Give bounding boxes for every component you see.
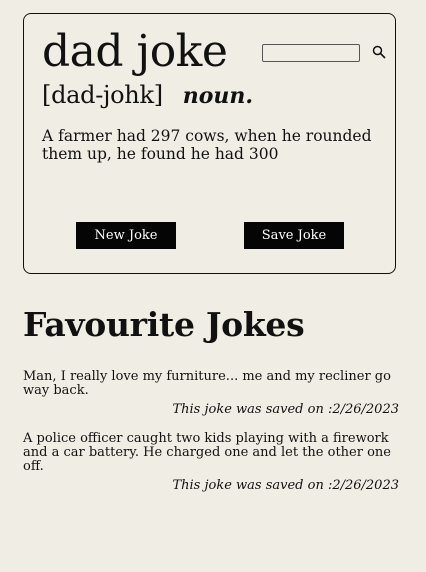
favourites-list: Man, I really love my furniture... me an… bbox=[23, 370, 399, 508]
favourite-joke-text: A police officer caught two kids playing… bbox=[23, 431, 391, 474]
word-title: dad joke bbox=[42, 26, 228, 77]
saved-date: This joke was saved on :2/26/2023 bbox=[23, 478, 399, 494]
saved-date-prefix: This joke was saved on : bbox=[172, 402, 333, 417]
search-box bbox=[262, 44, 386, 64]
favourites-heading: Favourite Jokes bbox=[23, 305, 305, 344]
list-item: A police officer caught two kids playing… bbox=[23, 432, 399, 494]
dictionary-card: dad joke [dad-johk] noun. A farmer had 29… bbox=[23, 13, 396, 274]
saved-date-value: 2/26/2023 bbox=[332, 402, 399, 417]
list-item: Man, I really love my furniture... me an… bbox=[23, 370, 399, 418]
saved-date-value: 2/26/2023 bbox=[332, 478, 399, 493]
save-joke-button[interactable]: Save Joke bbox=[244, 222, 344, 249]
part-of-speech: noun. bbox=[182, 83, 254, 109]
new-joke-button[interactable]: New Joke bbox=[76, 222, 176, 249]
joke-text: A farmer had 297 cows, when he rounded t… bbox=[42, 127, 372, 163]
saved-date-prefix: This joke was saved on : bbox=[172, 478, 333, 493]
search-input[interactable] bbox=[262, 44, 360, 62]
search-icon[interactable] bbox=[372, 44, 386, 59]
favourite-joke-text: Man, I really love my furniture... me an… bbox=[23, 369, 391, 398]
pronunciation-line: [dad-johk] noun. bbox=[42, 80, 253, 110]
pronunciation: [dad-johk] bbox=[42, 81, 163, 109]
saved-date: This joke was saved on :2/26/2023 bbox=[23, 402, 399, 418]
